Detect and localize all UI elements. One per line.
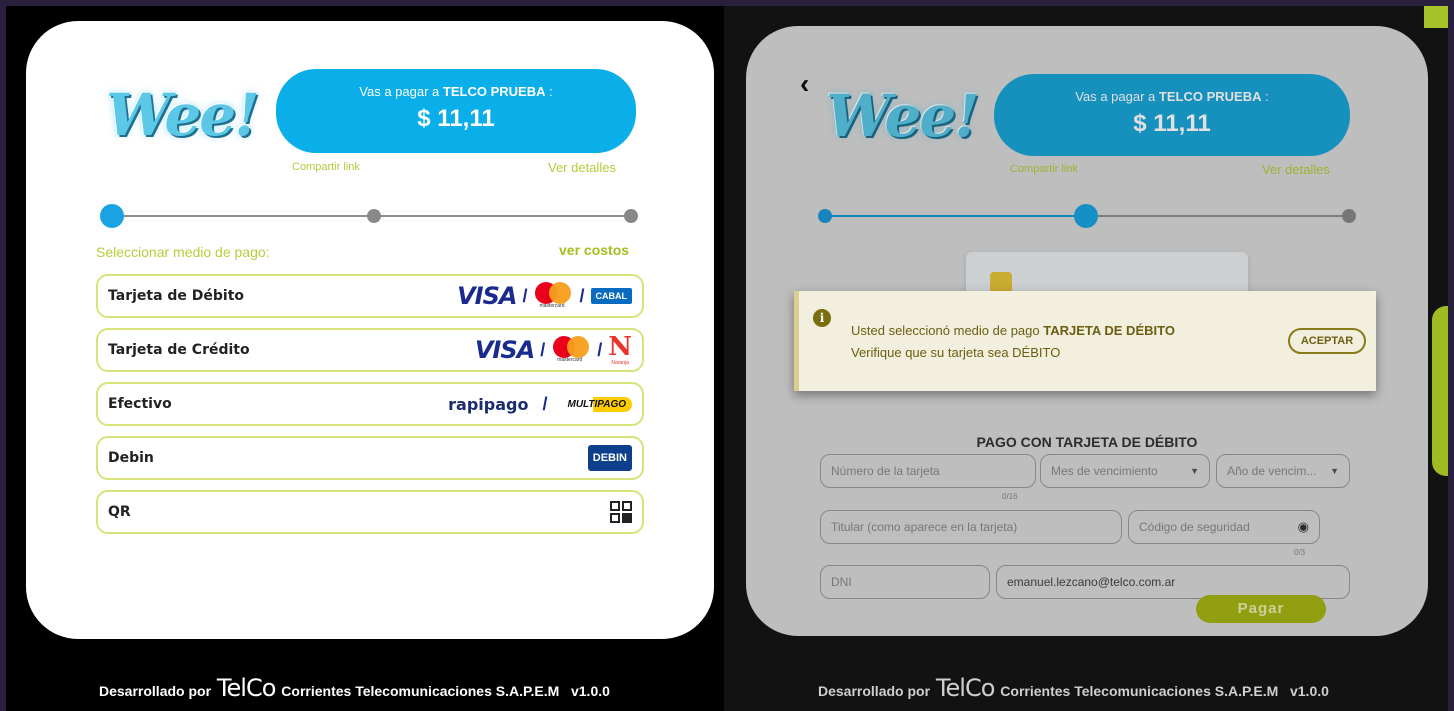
- select-method-label: Seleccionar medio de pago:: [96, 244, 270, 260]
- costs-link[interactable]: ver costos: [559, 242, 629, 258]
- amount-value: $ 11,11: [417, 105, 495, 132]
- mastercard-logo: mastercard: [533, 282, 573, 310]
- details-link[interactable]: Ver detalles: [548, 160, 616, 175]
- debit-brands: VISA / mastercard / CABAL: [457, 282, 632, 310]
- alert-instruction: Verifique que su tarjeta sea DÉBITO: [851, 345, 1061, 360]
- accent-bar: [1424, 6, 1448, 28]
- accent-tab: [1432, 306, 1448, 476]
- option-label: QR: [108, 504, 131, 520]
- footer-version: v1.0.0: [570, 683, 610, 699]
- multipago-logo: MULTIPAGO: [561, 396, 632, 412]
- accept-button[interactable]: ACEPTAR: [1288, 328, 1366, 354]
- naranja-mark: N: [608, 332, 632, 362]
- mastercard-text: mastercard: [557, 357, 583, 363]
- footer: Desarrollado por TelCo Corrientes Teleco…: [99, 674, 610, 702]
- footer-company: Corrientes Telecomunicaciones S.A.P.E.M: [1000, 683, 1279, 699]
- option-label: Tarjeta de Débito: [108, 288, 245, 304]
- merchant-name: TELCO PRUEBA: [442, 84, 546, 99]
- footer-version: v1.0.0: [1289, 683, 1329, 699]
- share-link[interactable]: Compartir link: [292, 161, 360, 173]
- visa-logo: VISA: [457, 282, 517, 310]
- option-credit-card[interactable]: Tarjeta de Crédito VISA / mastercard / N…: [96, 328, 644, 372]
- footer-prefix: Desarrollado por: [99, 683, 212, 699]
- credit-brands: VISA / mastercard / N Naranja: [475, 334, 632, 366]
- visa-logo: VISA: [474, 336, 535, 364]
- separator: /: [542, 393, 548, 414]
- separator: /: [597, 339, 603, 360]
- cabal-logo: CABAL: [590, 288, 632, 304]
- alert-prefix: Usted seleccionó medio de pago: [851, 323, 1044, 338]
- alert-message: Usted seleccionó medio de pago TARJETA D…: [851, 323, 1175, 338]
- separator: /: [579, 285, 585, 306]
- mastercard-text: mastercard: [539, 303, 565, 309]
- footer-prefix: Desarrollado por: [818, 683, 931, 699]
- step-3-dot: [624, 209, 638, 223]
- option-label: Debin: [108, 450, 154, 466]
- separator: /: [522, 285, 528, 306]
- option-debin[interactable]: Debin DEBIN: [96, 436, 644, 480]
- pay-suffix: :: [545, 84, 553, 99]
- step-2-dot: [367, 209, 381, 223]
- step-1-dot: [100, 204, 124, 228]
- wee-logo: Wee!: [106, 81, 260, 149]
- telco-logo: TelCo: [216, 674, 276, 702]
- telco-logo: TelCo: [935, 674, 995, 702]
- card-payment-screen: ‹ Wee! Vas a pagar a TELCO PRUEBA : $ 11…: [724, 6, 1448, 711]
- rapipago-logo: rapipago: [448, 394, 529, 414]
- naranja-text: Naranja: [611, 360, 629, 366]
- naranja-logo: N Naranja: [608, 334, 632, 366]
- mastercard-logo: mastercard: [551, 336, 591, 364]
- footer: Desarrollado por TelCo Corrientes Teleco…: [818, 674, 1329, 702]
- alert-method: TARJETA DE DÉBITO: [1043, 323, 1175, 338]
- payment-method-screen: Wee! Vas a pagar a TELCO PRUEBA : $ 11,1…: [6, 6, 724, 711]
- info-icon: i: [813, 309, 831, 327]
- debin-logo: DEBIN: [587, 445, 632, 471]
- pay-prefix: Vas a pagar a: [359, 84, 440, 99]
- option-label: Tarjeta de Crédito: [108, 342, 250, 358]
- option-qr[interactable]: QR: [96, 490, 644, 534]
- progress-stepper: [100, 204, 640, 228]
- payment-card: Wee! Vas a pagar a TELCO PRUEBA : $ 11,1…: [26, 21, 714, 639]
- separator: /: [540, 339, 546, 360]
- option-label: Efectivo: [108, 396, 172, 412]
- option-debit-card[interactable]: Tarjeta de Débito VISA / mastercard / CA…: [96, 274, 644, 318]
- qr-icon: [610, 501, 632, 523]
- debit-confirmation-alert: i Usted seleccionó medio de pago TARJETA…: [794, 291, 1376, 391]
- cash-brands: rapipago / MULTIPAGO: [448, 394, 632, 415]
- footer-company: Corrientes Telecomunicaciones S.A.P.E.M: [281, 683, 560, 699]
- pay-to-text: Vas a pagar a TELCO PRUEBA :: [276, 84, 636, 99]
- amount-banner: Vas a pagar a TELCO PRUEBA : $ 11,11: [276, 69, 636, 153]
- option-cash[interactable]: Efectivo rapipago / MULTIPAGO: [96, 382, 644, 426]
